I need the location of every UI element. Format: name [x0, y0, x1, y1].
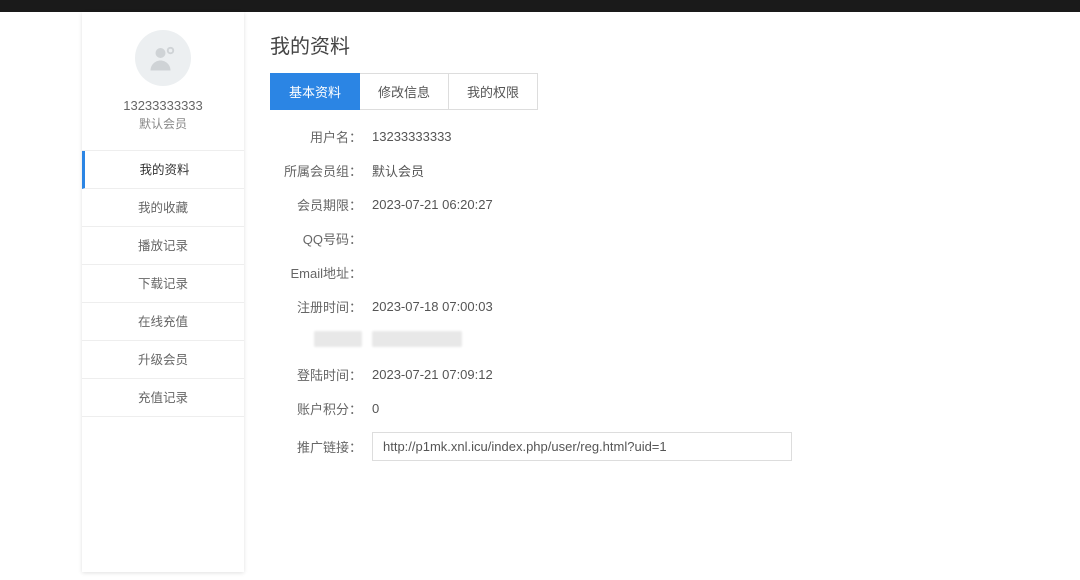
page-title: 我的资料: [270, 30, 1070, 59]
top-bar: [0, 0, 1080, 12]
row-login-time: 登陆时间： 2023-07-21 07:09:12: [270, 364, 1070, 384]
label-expire: 会员期限：: [270, 195, 362, 214]
nav-item-download-history[interactable]: 下载记录: [82, 265, 244, 303]
main: 我的资料 基本资料 修改信息 我的权限 用户名： 13233333333 所属会…: [244, 12, 1080, 572]
value-login-time: 2023-07-21 07:09:12: [372, 367, 493, 382]
value-group: 默认会员: [372, 161, 424, 180]
row-reg-time: 注册时间： 2023-07-18 07:00:03: [270, 296, 1070, 316]
value-redacted: [372, 331, 462, 350]
nav-item-recharge-history[interactable]: 充值记录: [82, 379, 244, 417]
nav-item-label: 播放记录: [138, 239, 188, 253]
nav-item-label: 我的资料: [139, 163, 189, 177]
row-username: 用户名： 13233333333: [270, 126, 1070, 146]
label-promo-link: 推广链接：: [270, 437, 362, 456]
sidebar-username: 13233333333: [92, 98, 234, 113]
row-expire: 会员期限： 2023-07-21 06:20:27: [270, 194, 1070, 214]
tab-label: 我的权限: [467, 85, 519, 100]
row-points: 账户积分： 0: [270, 398, 1070, 418]
nav-item-label: 下载记录: [138, 277, 188, 291]
tab-label: 基本资料: [289, 85, 341, 100]
label-redacted: [270, 331, 362, 350]
tab-permissions[interactable]: 我的权限: [449, 73, 538, 110]
sidebar: 13233333333 默认会员 我的资料 我的收藏 播放记录 下载记录 在线充…: [82, 12, 244, 572]
row-email: Email地址：: [270, 262, 1070, 282]
avatar-block: 13233333333 默认会员: [82, 12, 244, 151]
nav-item-label: 充值记录: [138, 391, 188, 405]
row-group: 所属会员组： 默认会员: [270, 160, 1070, 180]
tab-edit-info[interactable]: 修改信息: [360, 73, 449, 110]
nav-item-upgrade[interactable]: 升级会员: [82, 341, 244, 379]
tab-label: 修改信息: [378, 85, 430, 100]
label-points: 账户积分：: [270, 399, 362, 418]
row-qq: QQ号码：: [270, 228, 1070, 248]
label-reg-time: 注册时间：: [270, 297, 362, 316]
value-points: 0: [372, 401, 379, 416]
label-email: Email地址：: [270, 263, 362, 282]
tab-basic-info[interactable]: 基本资料: [270, 73, 360, 110]
value-expire: 2023-07-21 06:20:27: [372, 197, 493, 212]
nav-item-label: 在线充值: [138, 315, 188, 329]
nav-item-label: 我的收藏: [138, 201, 188, 215]
label-username: 用户名：: [270, 127, 362, 146]
label-group: 所属会员组：: [270, 161, 362, 180]
row-redacted: [270, 330, 1070, 350]
label-qq: QQ号码：: [270, 229, 362, 248]
value-username: 13233333333: [372, 129, 452, 144]
value-promo-link: [372, 432, 792, 461]
nav-item-profile[interactable]: 我的资料: [82, 151, 244, 189]
promo-link-input[interactable]: [372, 432, 792, 461]
nav-item-label: 升级会员: [138, 353, 188, 367]
nav-item-play-history[interactable]: 播放记录: [82, 227, 244, 265]
row-promo-link: 推广链接：: [270, 432, 1070, 461]
avatar-icon: [135, 30, 191, 86]
nav-item-recharge[interactable]: 在线充值: [82, 303, 244, 341]
sidebar-nav: 我的资料 我的收藏 播放记录 下载记录 在线充值 升级会员 充值记录: [82, 151, 244, 417]
container: 13233333333 默认会员 我的资料 我的收藏 播放记录 下载记录 在线充…: [0, 12, 1080, 572]
sidebar-usergroup: 默认会员: [92, 115, 234, 132]
value-reg-time: 2023-07-18 07:00:03: [372, 299, 493, 314]
tabs: 基本资料 修改信息 我的权限: [270, 73, 1070, 110]
profile-rows: 用户名： 13233333333 所属会员组： 默认会员 会员期限： 2023-…: [270, 124, 1070, 461]
label-login-time: 登陆时间：: [270, 365, 362, 384]
nav-item-favorites[interactable]: 我的收藏: [82, 189, 244, 227]
